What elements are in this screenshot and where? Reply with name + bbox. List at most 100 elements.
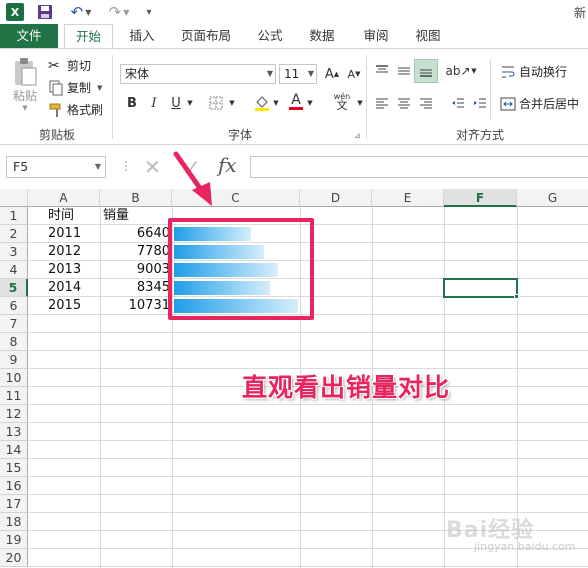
font-dialog-launcher-icon[interactable]: ⊿ bbox=[354, 131, 361, 140]
format-painter-button[interactable]: 格式刷 bbox=[48, 101, 103, 118]
cell-b3[interactable]: 7780 bbox=[100, 243, 170, 261]
font-name-combo[interactable]: 宋体 ▼ bbox=[120, 64, 276, 84]
font-size-combo[interactable]: 11 ▼ bbox=[279, 64, 317, 84]
cell-a1[interactable]: 时间 bbox=[48, 207, 74, 225]
orientation-dropdown-icon[interactable]: ▼ bbox=[468, 61, 480, 81]
row-header-9[interactable]: 9 bbox=[0, 351, 28, 369]
cell-b1[interactable]: 销量 bbox=[103, 207, 129, 225]
tab-file[interactable]: 文件 bbox=[0, 24, 58, 49]
row-header-12[interactable]: 12 bbox=[0, 405, 28, 423]
column-header-g[interactable]: G bbox=[517, 189, 588, 207]
formula-input[interactable] bbox=[250, 156, 588, 178]
bold-button[interactable]: B bbox=[122, 93, 142, 113]
phonetic-button[interactable]: wén 文 bbox=[330, 91, 354, 111]
cancel-icon[interactable]: ✕ bbox=[144, 155, 161, 179]
align-middle-button[interactable] bbox=[394, 61, 414, 81]
fill-color-dropdown-icon[interactable]: ▼ bbox=[270, 93, 282, 113]
cell-b2[interactable]: 6640 bbox=[100, 225, 170, 243]
gridline bbox=[28, 350, 588, 351]
row-header-4[interactable]: 4 bbox=[0, 261, 28, 279]
row-header-18[interactable]: 18 bbox=[0, 513, 28, 531]
orientation-button[interactable]: ab↗ bbox=[445, 61, 470, 81]
row-header-14[interactable]: 14 bbox=[0, 441, 28, 459]
underline-dropdown-icon[interactable]: ▼ bbox=[184, 93, 196, 113]
borders-button[interactable] bbox=[206, 93, 226, 113]
row-header-5[interactable]: 5 bbox=[0, 279, 28, 297]
tab-review[interactable]: 审阅 bbox=[354, 24, 398, 49]
insert-function-button[interactable]: fx bbox=[218, 153, 237, 177]
wrap-text-button[interactable]: 自动换行 bbox=[500, 63, 567, 80]
gridline bbox=[28, 458, 588, 459]
fill-handle[interactable] bbox=[514, 294, 519, 299]
copy-button[interactable]: 复制 ▼ bbox=[48, 79, 102, 96]
font-color-button[interactable]: A bbox=[286, 91, 306, 111]
paste-dropdown-icon[interactable]: ▼ bbox=[22, 104, 27, 112]
font-name-value: 宋体 bbox=[125, 67, 150, 81]
cell-b4[interactable]: 9003 bbox=[100, 261, 170, 279]
borders-icon bbox=[209, 96, 223, 110]
cell-a2[interactable]: 2011 bbox=[48, 225, 81, 243]
increase-indent-button[interactable] bbox=[470, 93, 490, 113]
align-left-icon bbox=[376, 98, 388, 109]
paste-button[interactable]: 粘贴 ▼ bbox=[8, 57, 42, 112]
copy-dropdown-icon[interactable]: ▼ bbox=[97, 84, 102, 92]
row-header-16[interactable]: 16 bbox=[0, 477, 28, 495]
align-left-button[interactable] bbox=[372, 93, 392, 113]
cut-button[interactable]: ✂ 剪切 bbox=[48, 57, 91, 74]
column-header-a[interactable]: A bbox=[28, 189, 100, 207]
cell-b5[interactable]: 8345 bbox=[100, 279, 170, 297]
undo-icon[interactable]: ↶ ▼ bbox=[66, 3, 96, 21]
tab-insert[interactable]: 插入 bbox=[120, 24, 164, 49]
cell-a3[interactable]: 2012 bbox=[48, 243, 81, 261]
redo-icon[interactable]: ↷ ▼ bbox=[104, 3, 134, 21]
align-center-button[interactable] bbox=[394, 93, 414, 113]
cell-a5[interactable]: 2014 bbox=[48, 279, 81, 297]
merge-center-button[interactable]: 合并后居中 bbox=[500, 95, 579, 112]
column-header-f[interactable]: F bbox=[444, 189, 517, 207]
align-bottom-button[interactable] bbox=[414, 59, 438, 83]
tab-page-layout[interactable]: 页面布局 bbox=[172, 24, 240, 49]
row-header-8[interactable]: 8 bbox=[0, 333, 28, 351]
fill-color-button[interactable] bbox=[252, 93, 272, 113]
column-header-b[interactable]: B bbox=[100, 189, 172, 207]
row-header-15[interactable]: 15 bbox=[0, 459, 28, 477]
phonetic-dropdown-icon[interactable]: ▼ bbox=[354, 93, 366, 113]
row-header-3[interactable]: 3 bbox=[0, 243, 28, 261]
row-header-20[interactable]: 20 bbox=[0, 549, 28, 567]
cell-a4[interactable]: 2013 bbox=[48, 261, 81, 279]
row-header-6[interactable]: 6 bbox=[0, 297, 28, 315]
row-header-11[interactable]: 11 bbox=[0, 387, 28, 405]
grow-font-button[interactable]: A ▲ bbox=[322, 64, 342, 84]
underline-button[interactable]: U bbox=[166, 93, 186, 113]
tab-view[interactable]: 视图 bbox=[406, 24, 450, 49]
name-box[interactable]: F5 ▼ bbox=[6, 156, 106, 178]
column-header-d[interactable]: D bbox=[300, 189, 372, 207]
decrease-indent-button[interactable] bbox=[448, 93, 468, 113]
arrow-annotation-icon bbox=[173, 151, 212, 206]
font-color-dropdown-icon[interactable]: ▼ bbox=[304, 93, 316, 113]
wrap-text-label: 自动换行 bbox=[519, 65, 568, 79]
cell-a6[interactable]: 2015 bbox=[48, 297, 81, 315]
shrink-font-button[interactable]: A ▼ bbox=[344, 64, 364, 84]
active-cell-f5[interactable] bbox=[443, 278, 518, 298]
italic-button[interactable]: I bbox=[144, 93, 164, 113]
row-header-10[interactable]: 10 bbox=[0, 369, 28, 387]
select-all-corner[interactable] bbox=[0, 189, 28, 207]
row-header-13[interactable]: 13 bbox=[0, 423, 28, 441]
customize-toolbar-icon[interactable]: ▾ bbox=[142, 3, 156, 21]
column-header-e[interactable]: E bbox=[372, 189, 444, 207]
cell-b6[interactable]: 10731 bbox=[100, 297, 170, 315]
row-header-19[interactable]: 19 bbox=[0, 531, 28, 549]
row-header-1[interactable]: 1 bbox=[0, 207, 28, 225]
tab-formulas[interactable]: 公式 bbox=[248, 24, 292, 49]
tab-home[interactable]: 开始 bbox=[64, 24, 113, 49]
tab-data[interactable]: 数据 bbox=[300, 24, 344, 49]
borders-dropdown-icon[interactable]: ▼ bbox=[226, 93, 238, 113]
align-right-button[interactable] bbox=[416, 93, 436, 113]
row-header-17[interactable]: 17 bbox=[0, 495, 28, 513]
save-icon[interactable] bbox=[36, 3, 54, 21]
phonetic-icon: 文 bbox=[336, 99, 348, 112]
align-top-button[interactable] bbox=[372, 61, 392, 81]
row-header-2[interactable]: 2 bbox=[0, 225, 28, 243]
row-header-7[interactable]: 7 bbox=[0, 315, 28, 333]
